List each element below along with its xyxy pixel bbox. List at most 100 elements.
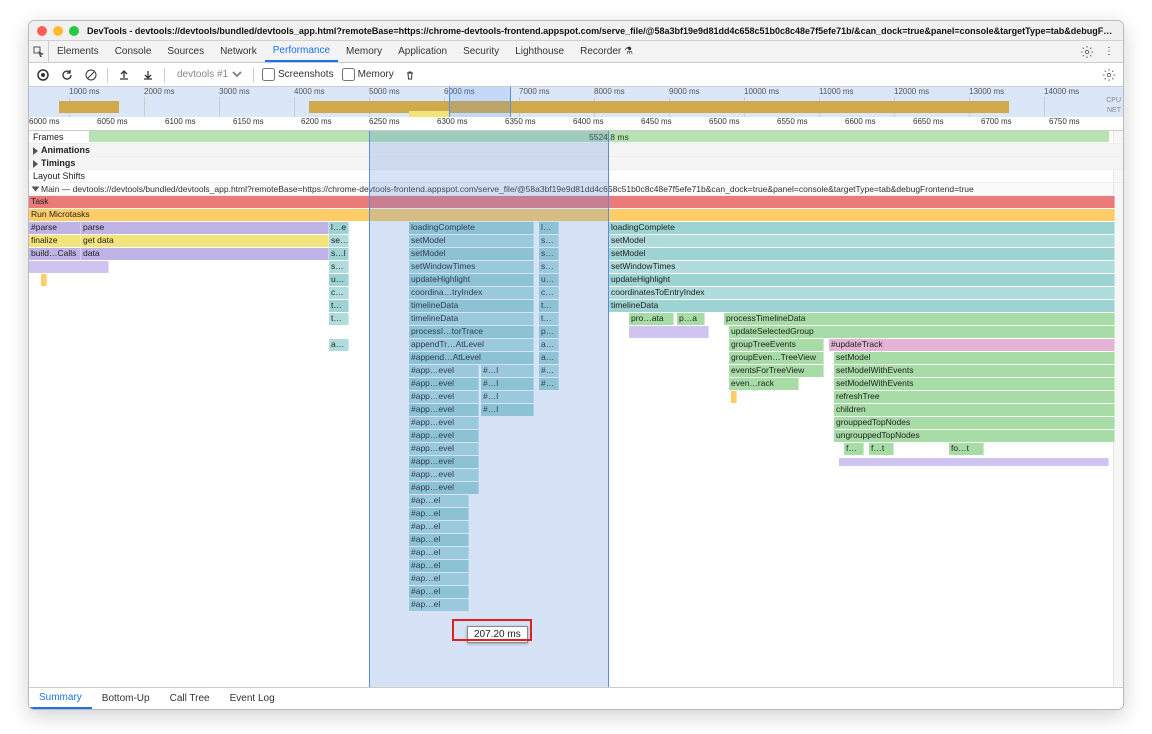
flame-entry[interactable]: p… [539,326,559,338]
reload-record-button[interactable] [59,67,75,83]
tab-memory[interactable]: Memory [338,42,390,61]
clear-button[interactable] [83,67,99,83]
flame-entry[interactable]: updateHighlight [609,274,1115,286]
inspect-element-icon[interactable] [29,41,49,62]
flame-entry[interactable]: #parse [29,222,81,234]
flame-entry[interactable]: processTimelineData [724,313,1115,325]
capture-settings-icon[interactable] [1101,67,1117,83]
flame-entry[interactable]: #app…evel [409,430,479,442]
flame-entry[interactable]: #app…evel [409,378,479,390]
minimize-window-button[interactable] [53,26,63,36]
flame-entry[interactable]: t… [329,300,349,312]
flame-entry[interactable]: build…Calls [29,248,81,260]
flame-entry[interactable]: #app…evel [409,469,479,481]
flame-entry[interactable]: #… [539,365,559,377]
more-menu-icon[interactable]: ⋮ [1101,44,1117,60]
record-button[interactable] [35,67,51,83]
tab-lighthouse[interactable]: Lighthouse [507,42,572,61]
flame-entry[interactable]: se…l [329,235,349,247]
flame-entry[interactable]: #ap…el [409,521,469,533]
memory-checkbox[interactable]: Memory [342,68,394,81]
flame-entry[interactable]: setModelWithEvents [834,365,1115,377]
flame-entry[interactable]: groupTreeEvents [729,339,824,351]
maximize-window-button[interactable] [69,26,79,36]
flame-ruler[interactable]: 6000 ms 6050 ms 6100 ms 6150 ms 6200 ms … [29,117,1123,131]
flame-entry[interactable]: setWindowTimes [409,261,534,273]
flame-entry[interactable]: #… [539,378,559,390]
flame-entry[interactable]: loadingComplete [609,222,1115,234]
flame-entry[interactable]: #app…evel [409,404,479,416]
screenshots-checkbox[interactable]: Screenshots [262,68,334,81]
flame-entry[interactable]: ungrouppedTopNodes [834,430,1115,442]
flame-entry[interactable]: setModelWithEvents [834,378,1115,390]
tab-event-log[interactable]: Event Log [220,689,285,708]
tab-sources[interactable]: Sources [159,42,212,61]
flame-entry[interactable]: u… [539,274,559,286]
flame-entry[interactable]: finalize [29,235,81,247]
flame-entry[interactable]: a… [539,339,559,351]
flame-entry[interactable]: #…l [481,404,534,416]
flame-entry[interactable]: #updateTrack [829,339,1115,351]
timings-track-header[interactable]: Timings [29,157,1123,170]
animations-track-header[interactable]: Animations [29,144,1123,157]
flame-entry[interactable] [29,261,109,273]
flame-entry[interactable]: grouppedTopNodes [834,417,1115,429]
flame-entry[interactable]: #app…evel [409,391,479,403]
flame-entry[interactable]: setWindowTimes [609,261,1115,273]
flame-entry[interactable]: l… [539,222,559,234]
save-profile-button[interactable] [140,67,156,83]
flame-entry[interactable]: #app…evel [409,482,479,494]
tab-performance[interactable]: Performance [265,41,338,62]
flame-entry[interactable]: refreshTree [834,391,1115,403]
flame-entry[interactable]: timelineData [409,300,534,312]
main-thread-header[interactable]: Main — devtools://devtools/bundled/devto… [29,183,1123,196]
flame-entry[interactable]: u… [329,274,349,286]
flame-entry[interactable]: s… [539,235,559,247]
flame-entry[interactable]: setModel [834,352,1115,364]
flame-entry[interactable]: timelineData [409,313,534,325]
flame-entry[interactable]: pro…ata [629,313,674,325]
flame-entry[interactable]: Run Microtasks [29,209,1115,221]
flame-entry[interactable]: s… [539,248,559,260]
flame-entry[interactable]: #ap…el [409,495,469,507]
flame-entry[interactable]: f…t [869,443,894,455]
flame-entry[interactable]: s… [329,261,349,273]
flame-entry[interactable]: #…l [481,365,534,377]
flame-entry[interactable]: t… [329,313,349,325]
flame-entry[interactable]: #append…AtLevel [409,352,534,364]
flame-entry[interactable]: setModel [409,248,534,260]
flame-entry[interactable] [41,274,47,286]
flame-entry[interactable]: s… [539,261,559,273]
flame-entry[interactable]: c… [329,287,349,299]
flame-entry[interactable]: setModel [409,235,534,247]
flame-entry[interactable]: even…rack [729,378,799,390]
flame-entry[interactable]: #ap…el [409,508,469,520]
flame-entry[interactable]: #…l [481,391,534,403]
flame-entry[interactable]: f… [844,443,864,455]
flame-entry[interactable]: parse [81,222,329,234]
flame-entry[interactable]: #ap…el [409,534,469,546]
flame-entry[interactable]: #app…evel [409,443,479,455]
tab-recorder[interactable]: Recorder ⚗ [572,42,641,61]
flame-entry[interactable]: #ap…el [409,573,469,585]
flame-entry[interactable]: data [81,248,329,260]
flame-entry[interactable]: a… [539,352,559,364]
flame-entry[interactable]: p…a [677,313,705,325]
tab-elements[interactable]: Elements [49,42,107,61]
flame-entry[interactable]: fo…t [949,443,984,455]
flame-entry[interactable]: #app…evel [409,417,479,429]
flame-entry[interactable]: setModel [609,235,1115,247]
overview-viewport-window[interactable] [449,87,511,117]
flame-entry[interactable]: get data [81,235,329,247]
flame-entry[interactable]: appendTr…AtLevel [409,339,534,351]
flame-entry[interactable]: t… [539,300,559,312]
flame-entry[interactable]: a… [329,339,349,351]
flame-entry[interactable]: s…l [329,248,349,260]
target-select[interactable]: devtools #1 [173,68,245,81]
flame-entry[interactable]: #ap…el [409,560,469,572]
layout-shifts-track[interactable]: Layout Shifts [29,170,1123,183]
flame-entry[interactable]: setModel [609,248,1115,260]
flame-entry[interactable]: coordinatesToEntryIndex [609,287,1115,299]
flame-entry[interactable]: loadingComplete [409,222,534,234]
flame-entry[interactable]: timelineData [609,300,1115,312]
